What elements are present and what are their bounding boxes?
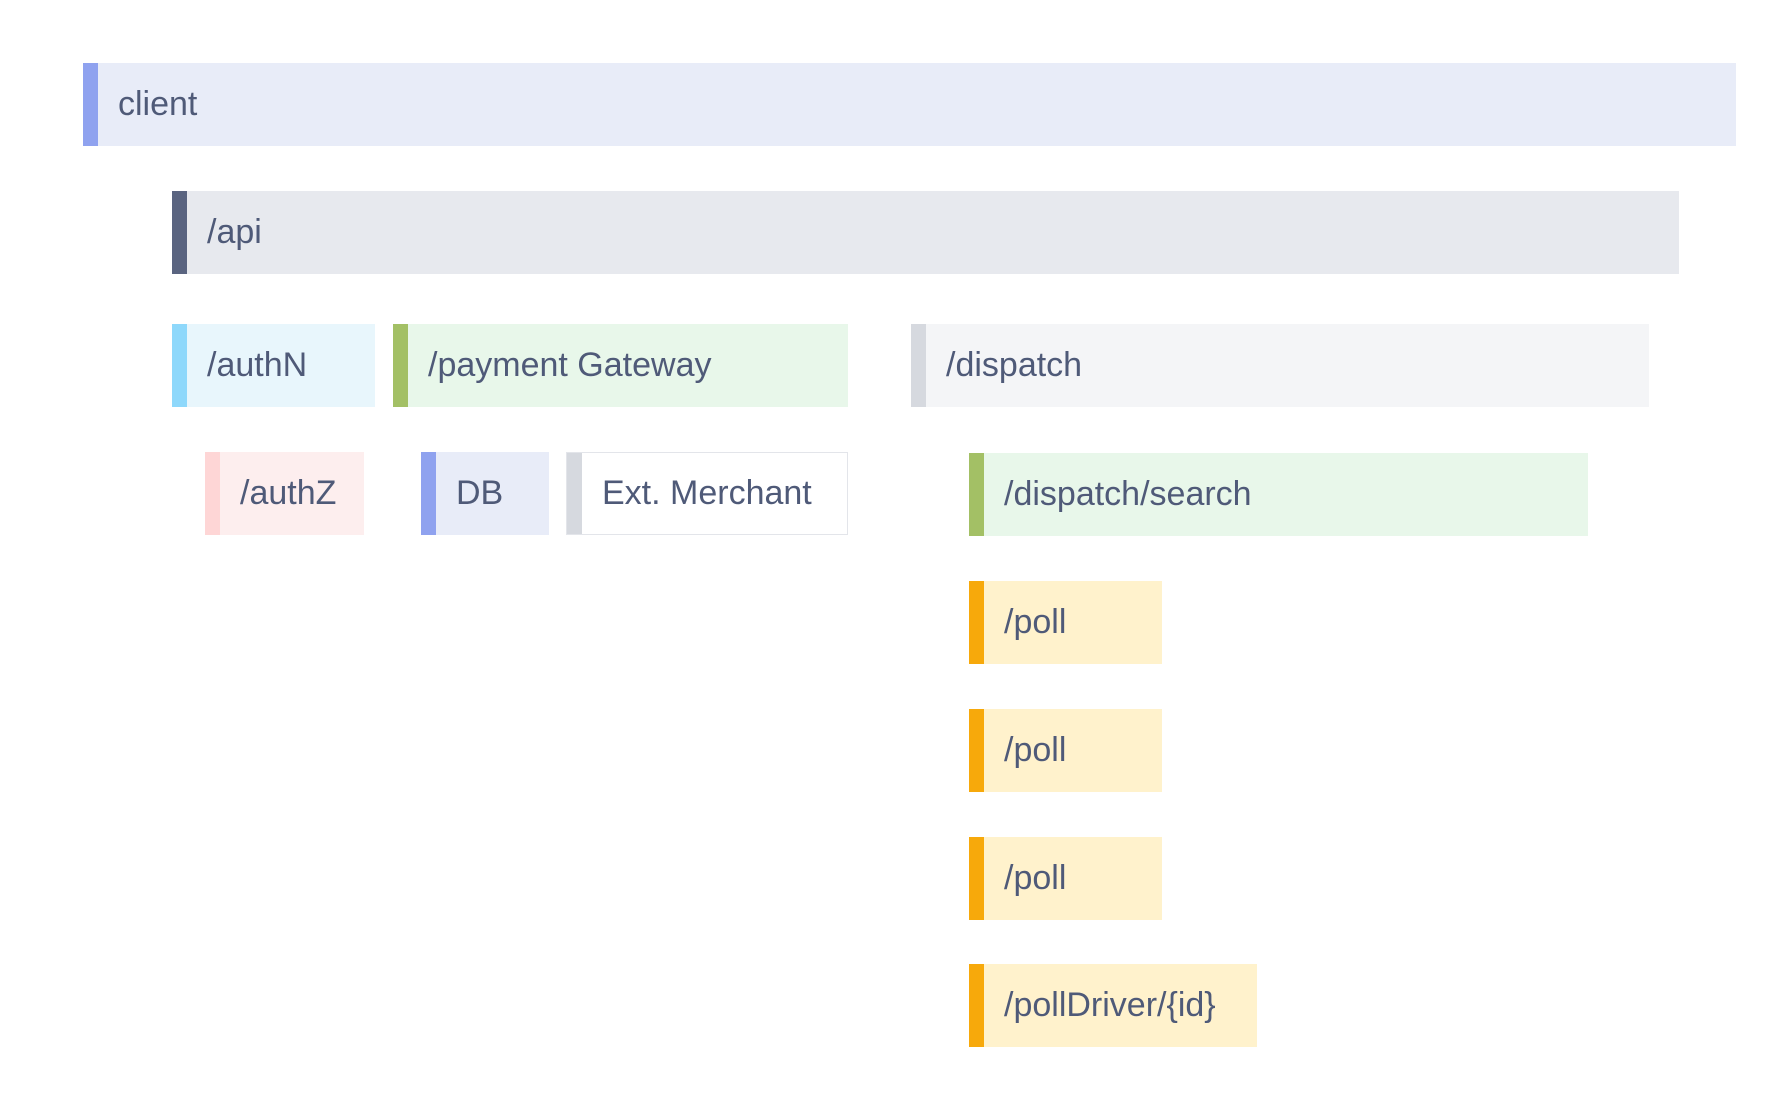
span-label: Ext. Merchant [602,474,812,512]
span-authz[interactable]: /authZ [205,452,364,535]
span-poll[interactable]: /poll [969,837,1162,920]
span-db[interactable]: DB [421,452,549,535]
span-label: client [118,85,198,123]
span-accent [969,709,984,792]
span-api[interactable]: /api [172,191,1679,274]
span-accent [969,581,984,664]
span-label: /pollDriver/{id} [1004,986,1216,1024]
span-poll[interactable]: /poll [969,709,1162,792]
span-label: /api [207,213,262,251]
span-authn[interactable]: /authN [172,324,375,407]
span-dispatch-search[interactable]: /dispatch/search [969,453,1588,536]
span-ext-merchant[interactable]: Ext. Merchant [566,452,848,535]
span-accent [969,453,984,536]
span-accent [172,324,187,407]
span-label: /payment Gateway [428,346,712,384]
span-accent [969,964,984,1047]
span-client[interactable]: client [83,63,1736,146]
span-label: /poll [1004,603,1067,641]
span-dispatch[interactable]: /dispatch [911,324,1649,407]
span-label: DB [456,474,504,512]
span-poll[interactable]: /poll [969,581,1162,664]
span-label: /authN [207,346,308,384]
span-accent [205,452,220,535]
span-accent [421,452,436,535]
span-accent [83,63,98,146]
span-label: /dispatch [946,346,1083,384]
span-accent [911,324,926,407]
span-accent [969,837,984,920]
span-accent [172,191,187,274]
span-payment-gateway[interactable]: /payment Gateway [393,324,848,407]
span-label: /poll [1004,731,1067,769]
span-accent [393,324,408,407]
span-label: /authZ [240,474,337,512]
span-label: /poll [1004,859,1067,897]
span-accent [567,453,582,534]
span-poll-driver[interactable]: /pollDriver/{id} [969,964,1257,1047]
span-label: /dispatch/search [1004,475,1252,513]
